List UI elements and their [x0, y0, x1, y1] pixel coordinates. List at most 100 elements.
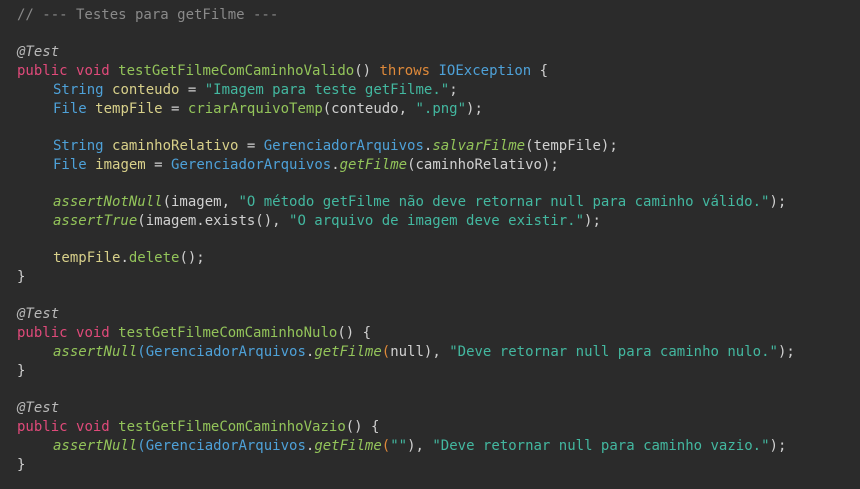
open-brace: { — [539, 63, 549, 79]
variable-name: caminhoRelativo — [112, 138, 239, 154]
string-literal: "O método getFilme não deve retornar nul… — [238, 194, 770, 210]
keyword-public: public — [17, 419, 68, 435]
paren: ( — [137, 438, 146, 454]
keyword-throws: throws — [379, 63, 431, 79]
exception-type: IOException — [438, 63, 532, 79]
type-name: String — [53, 138, 104, 154]
code-line: @Test — [17, 399, 860, 418]
keyword-void: void — [76, 419, 110, 435]
operator: = — [145, 157, 172, 173]
class-name: GerenciadorArquivos — [171, 157, 332, 173]
close-brace: } — [17, 269, 26, 285]
class-name: GerenciadorArquivos — [263, 138, 424, 154]
section-comment: // --- Testes para getFilme --- — [17, 7, 279, 23]
type-name: File — [53, 101, 87, 117]
test-annotation: @Test — [17, 306, 60, 322]
variable-name: tempFile — [95, 101, 163, 117]
method-call: criarArquivoTemp — [187, 101, 323, 117]
method-signature: public void testGetFilmeComCaminhoNulo()… — [17, 324, 860, 343]
arguments: (imagem, — [162, 194, 239, 210]
code-line: } — [17, 268, 860, 287]
method-call: delete — [128, 250, 180, 266]
static-method-call: getFilme — [314, 438, 382, 454]
signature-end: () { — [337, 325, 372, 341]
paren: ( — [381, 438, 391, 454]
empty-string-literal: "" — [390, 438, 408, 454]
class-name: GerenciadorArquivos — [145, 344, 306, 360]
string-literal: "Deve retornar null para caminho nulo." — [449, 344, 778, 360]
line-end: ); — [466, 101, 483, 117]
method-signature: public void testGetFilmeComCaminhoValido… — [17, 62, 860, 81]
arguments: ), — [423, 344, 450, 360]
code-line: assertTrue(imagem.exists(), "O arquivo d… — [17, 212, 860, 231]
string-literal: "Deve retornar null para caminho vazio." — [432, 438, 770, 454]
string-literal: ".png" — [415, 101, 467, 117]
line-end: ; — [449, 82, 458, 98]
method-name: testGetFilmeComCaminhoVazio — [118, 419, 346, 435]
code-editor[interactable]: // --- Testes para getFilme --- @Test pu… — [0, 0, 860, 489]
line-end: ); — [769, 438, 787, 454]
keyword-void: void — [76, 325, 110, 341]
assert-call: assertNotNull — [53, 194, 163, 210]
code-line: assertNull(GerenciadorArquivos.getFilme(… — [17, 437, 860, 456]
method-name: testGetFilmeComCaminhoValido — [118, 63, 355, 79]
assert-call: assertTrue — [53, 213, 138, 229]
line-end: ); — [769, 194, 787, 210]
arguments: (imagem.exists(), — [137, 213, 290, 229]
string-literal: "Imagem para teste getFilme." — [204, 82, 450, 98]
code-line: assertNotNull(imagem, "O método getFilme… — [17, 193, 860, 212]
keyword-void: void — [76, 63, 110, 79]
assert-call: assertNull — [53, 438, 138, 454]
code-line: @Test — [17, 43, 860, 62]
arguments: ), — [407, 438, 433, 454]
code-line: File tempFile = criarArquivoTemp(conteud… — [17, 100, 860, 119]
dot: . — [331, 157, 340, 173]
parens: () — [354, 63, 372, 79]
assert-call: assertNull — [53, 344, 138, 360]
keyword-public: public — [17, 325, 68, 341]
static-method-call: getFilme — [339, 157, 408, 173]
arguments: (caminhoRelativo); — [407, 157, 559, 173]
test-annotation: @Test — [17, 44, 60, 60]
string-literal: "O arquivo de imagem deve existir." — [289, 213, 585, 229]
code-line: File imagem = GerenciadorArquivos.getFil… — [17, 156, 860, 175]
code-line: String conteudo = "Imagem para teste get… — [17, 81, 860, 100]
code-line: assertNull(GerenciadorArquivos.getFilme(… — [17, 343, 860, 362]
dot: . — [120, 250, 129, 266]
code-line: } — [17, 362, 860, 381]
variable-name: imagem — [95, 157, 146, 173]
code-line: } — [17, 456, 860, 475]
line-end: ); — [584, 213, 601, 229]
operator: = — [162, 101, 188, 117]
line-end: ); — [777, 344, 795, 360]
static-method-call: salvarFilme — [432, 138, 526, 154]
signature-end: () { — [345, 419, 380, 435]
code-line: @Test — [17, 305, 860, 324]
arguments: (conteudo, — [322, 101, 416, 117]
test-annotation: @Test — [17, 400, 60, 416]
type-name: File — [53, 157, 87, 173]
method-signature: public void testGetFilmeComCaminhoVazio(… — [17, 418, 860, 437]
code-line: tempFile.delete(); — [17, 249, 860, 268]
method-name: testGetFilmeComCaminhoNulo — [118, 325, 338, 341]
null-literal: null — [390, 344, 424, 360]
variable-name: tempFile — [53, 250, 121, 266]
keyword-public: public — [17, 63, 68, 79]
class-name: GerenciadorArquivos — [145, 438, 306, 454]
code-line: // --- Testes para getFilme --- — [17, 6, 860, 25]
code-line: String caminhoRelativo = GerenciadorArqu… — [17, 137, 860, 156]
close-brace: } — [17, 363, 26, 379]
paren: ( — [137, 344, 146, 360]
static-method-call: getFilme — [314, 344, 382, 360]
close-brace: } — [17, 457, 26, 473]
line-end: (); — [179, 250, 205, 266]
operator: = — [238, 138, 264, 154]
operator: = — [179, 82, 205, 98]
variable-name: conteudo — [112, 82, 180, 98]
